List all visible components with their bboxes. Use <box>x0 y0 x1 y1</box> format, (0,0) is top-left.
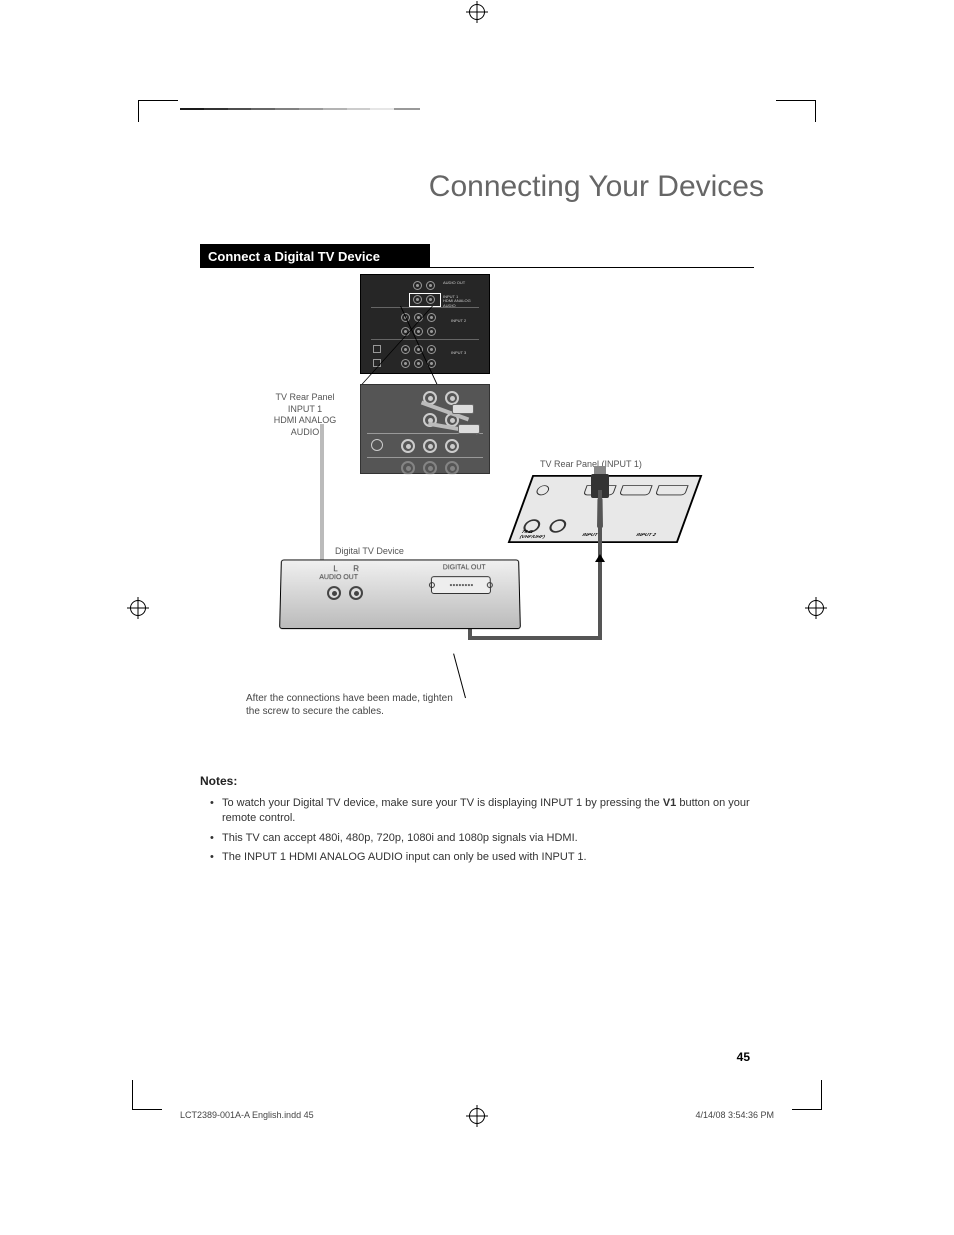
registration-mark-left <box>130 600 146 621</box>
footer-filename: LCT2389-001A-A English.indd 45 <box>180 1110 314 1120</box>
rca-plug <box>452 404 474 414</box>
notes-section: Notes: To watch your Digital TV device, … <box>200 774 754 866</box>
digital-tv-device-label: Digital TV Device <box>335 546 404 556</box>
audio-l-label: L <box>333 564 338 573</box>
crop-mark-tl <box>138 100 178 122</box>
registration-mark-right <box>808 600 824 621</box>
section-header: Connect a Digital TV Device <box>200 244 430 268</box>
page-title: Connecting Your Devices <box>200 170 764 204</box>
hdmi-cable <box>598 490 602 640</box>
page-number: 45 <box>737 1050 750 1064</box>
footer: LCT2389-001A-A English.indd 45 4/14/08 3… <box>180 1110 774 1120</box>
note-text: The INPUT 1 HDMI ANALOG AUDIO input can … <box>222 851 587 863</box>
ohm-label: 75 Ω (VHF/UHF) <box>519 529 548 539</box>
label-line: TV Rear Panel <box>260 392 350 404</box>
note-text: This TV can accept 480i, 480p, 720p, 108… <box>222 832 578 844</box>
input3-label: INPUT 3 <box>451 351 466 355</box>
connection-diagram: AUDIO OUT INPUT 1 HDMI ANALOG AUDIO INPU… <box>200 274 754 754</box>
notes-list: To watch your Digital TV device, make su… <box>200 796 754 866</box>
footer-timestamp: 4/14/08 3:54:36 PM <box>695 1110 774 1120</box>
note-item: This TV can accept 480i, 480p, 720p, 108… <box>210 831 754 846</box>
digital-out-label: DIGITAL OUT <box>443 564 486 571</box>
note-item: To watch your Digital TV device, make su… <box>210 796 754 827</box>
registration-mark-top <box>469 4 485 25</box>
color-bar-left <box>180 108 420 110</box>
hdmi-cable <box>470 636 602 640</box>
hdmi-input2-label: INPUT 2 <box>635 533 656 538</box>
note-item: The INPUT 1 HDMI ANALOG AUDIO input can … <box>210 850 754 865</box>
input2-label: INPUT 2 <box>451 319 466 323</box>
label-line: INPUT 1 <box>260 404 350 416</box>
audio-out-label: AUDIO OUT <box>319 574 358 581</box>
dvi-port <box>431 576 491 594</box>
audio-jack-r <box>349 586 363 600</box>
hdmi-panel-label: TV Rear Panel (INPUT 1) <box>540 459 642 469</box>
crop-mark-br <box>792 1080 822 1110</box>
digital-tv-device: L R AUDIO OUT DIGITAL OUT <box>279 559 521 629</box>
note-bold: V1 <box>663 797 676 809</box>
crop-mark-bl <box>132 1080 162 1110</box>
arrow-icon <box>595 554 605 562</box>
audio-r-label: R <box>353 564 359 573</box>
crop-mark-tr <box>776 100 816 122</box>
audio-out-label: AUDIO OUT <box>443 281 465 285</box>
note-text: To watch your Digital TV device, make su… <box>222 797 663 809</box>
audio-jack-l <box>327 586 341 600</box>
rca-plug <box>458 424 480 434</box>
notes-heading: Notes: <box>200 774 754 788</box>
callout-text: After the connections have been made, ti… <box>246 692 466 718</box>
